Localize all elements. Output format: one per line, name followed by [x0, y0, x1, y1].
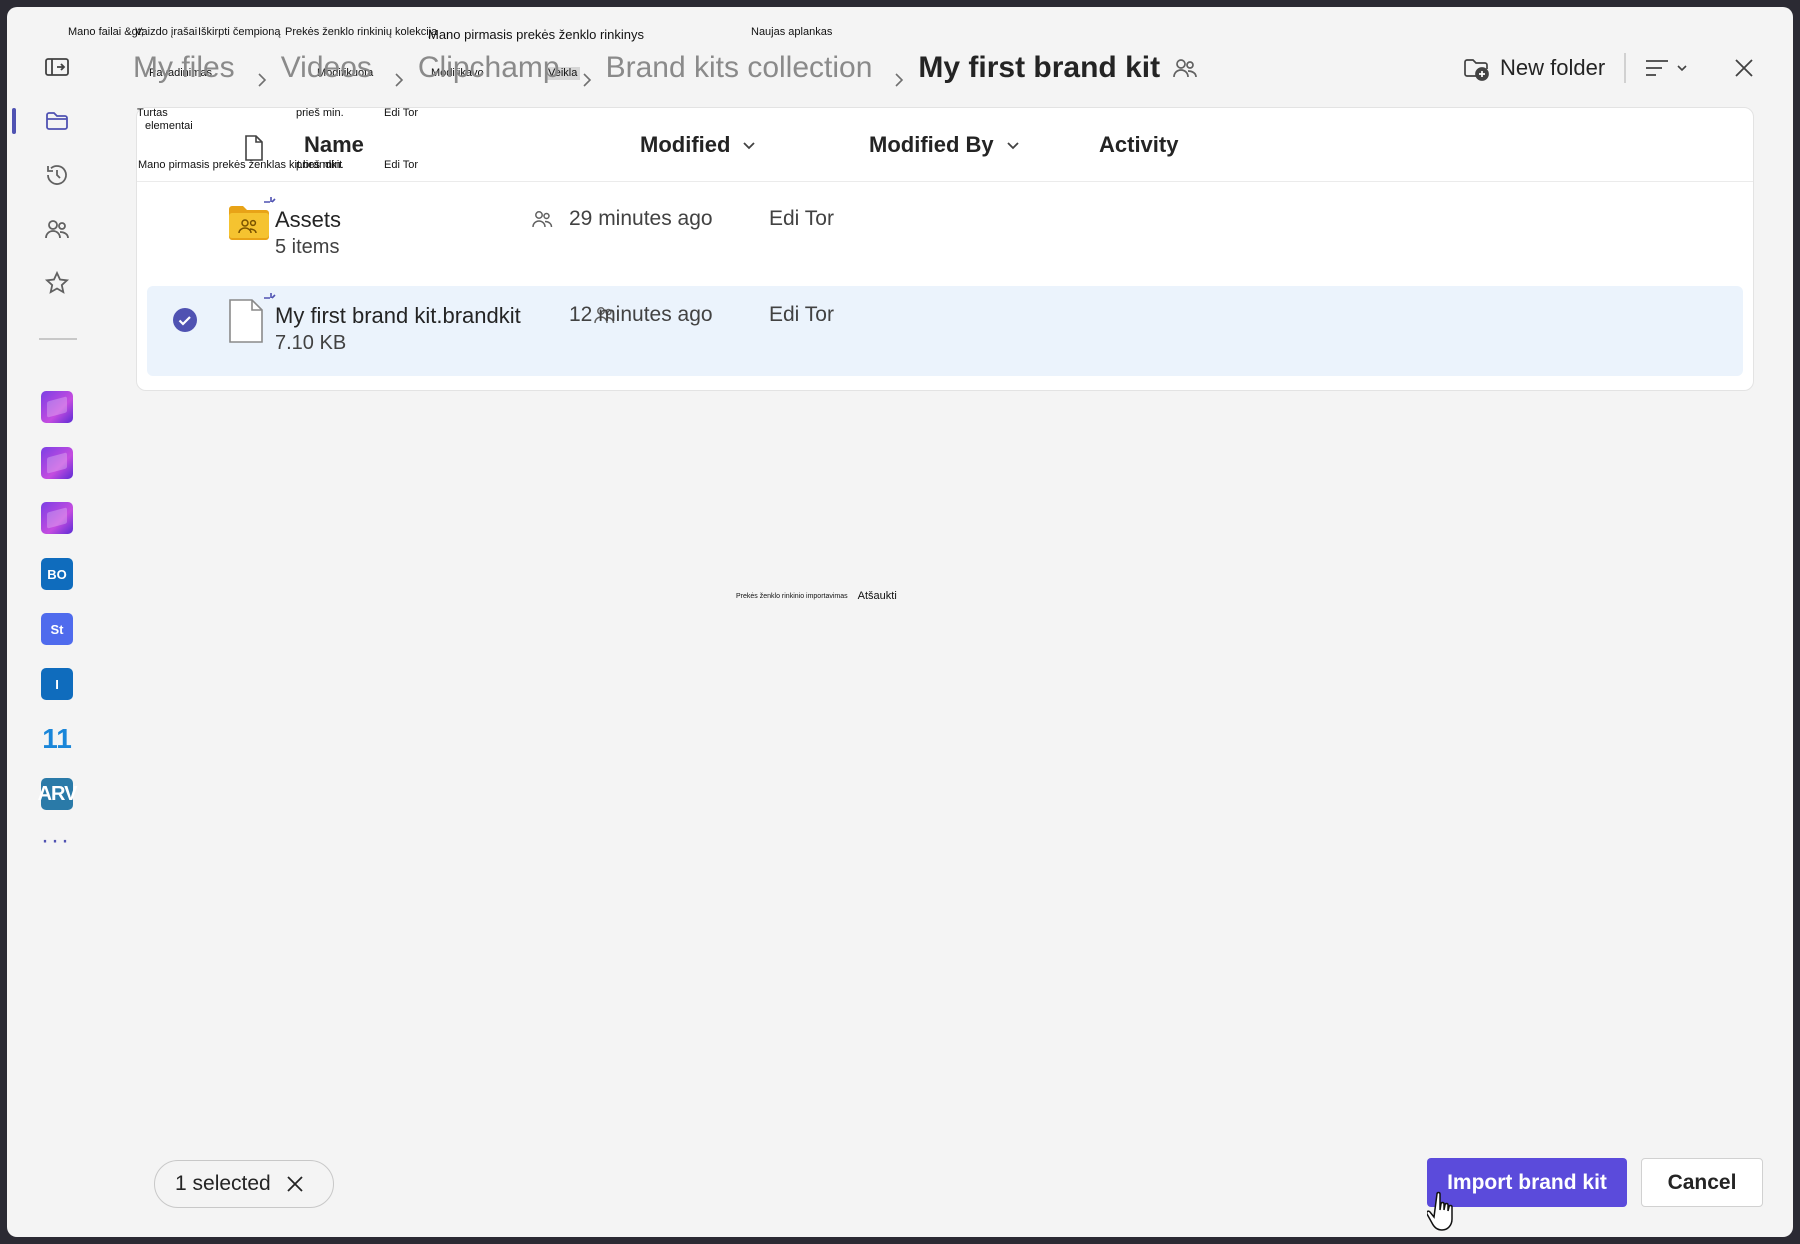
- rail-divider: [39, 338, 77, 340]
- selection-count-pill[interactable]: 1 selected: [154, 1160, 334, 1208]
- overlay-label: prieš min.: [296, 107, 344, 119]
- favorites-star-icon[interactable]: [35, 261, 79, 305]
- overlay-label: Mano failai &gt;: [68, 26, 144, 38]
- column-header-label: Modified By: [869, 132, 994, 157]
- collapse-pane-icon[interactable]: [35, 45, 79, 89]
- column-header-label: Name: [304, 132, 364, 157]
- overlay-label: Iškirpti čempioną: [198, 26, 281, 38]
- i-app-icon[interactable]: I: [41, 668, 73, 700]
- chevron-right-icon: [392, 61, 406, 87]
- breadcrumb-current: My first brand kit: [918, 51, 1161, 84]
- column-header-modified-by[interactable]: Modified By: [869, 130, 1020, 160]
- clipchamp-icon[interactable]: [41, 502, 73, 534]
- view-options-button[interactable]: [1644, 51, 1702, 85]
- st-app-icon[interactable]: St: [41, 613, 73, 645]
- table-row[interactable]: My first brand kit.brandkit 7.10 KB 12 m…: [147, 286, 1743, 376]
- overlay-label: Prekės ženklo rinkinių kolekcija: [285, 26, 438, 38]
- more-apps-button[interactable]: ···: [41, 827, 71, 855]
- column-header-modified[interactable]: Modified: [640, 130, 756, 160]
- file-type-header-icon: [245, 135, 263, 161]
- header-divider: [1624, 53, 1626, 83]
- file-name: Assets: [275, 207, 342, 232]
- breadcrumb-item[interactable]: Clipchamp: [418, 51, 560, 85]
- breadcrumb: My files Videos Clipchamp Brand kits col…: [133, 47, 1198, 89]
- modified-by: Edi Tor: [769, 303, 834, 326]
- chevron-right-icon: [580, 61, 594, 87]
- chevron-down-icon: [743, 142, 756, 150]
- modified-date: 29 minutes ago: [569, 207, 713, 230]
- file-picker-window: BO St I 11 ARV ··· Mano failai &gt; Vaiz…: [7, 7, 1793, 1237]
- overlay-label: Prekės ženklo rinkinio importavimas: [736, 592, 848, 600]
- selection-count-label: 1 selected: [175, 1172, 271, 1195]
- breadcrumb-item[interactable]: Brand kits collection: [606, 51, 873, 85]
- breadcrumb-item[interactable]: My files: [133, 51, 235, 85]
- new-folder-button[interactable]: New folder: [1462, 47, 1605, 89]
- column-header-label: Modified: [640, 132, 731, 157]
- chevron-right-icon: [892, 61, 906, 87]
- chevron-down-icon: [1677, 65, 1687, 72]
- overlay-label: elementai: [145, 120, 193, 132]
- new-folder-icon: [1464, 59, 1489, 81]
- overlay-label: Edi Tor: [384, 159, 419, 171]
- file-subtitle: 7.10 KB: [275, 332, 347, 354]
- shared-people-icon: [1173, 59, 1197, 78]
- overlay-label: Turtas: [137, 107, 168, 119]
- overlay-label: prieš min.: [296, 159, 344, 171]
- table-row[interactable]: Assets 5 items 29 minutes ago Edi Tor: [147, 190, 1743, 280]
- shared-people-icon[interactable]: [35, 207, 79, 251]
- header-divider: [137, 181, 1753, 182]
- file-name: My first brand kit.brandkit: [275, 303, 521, 328]
- overlay-label: Mano pirmasis prekės ženklo rinkinys: [428, 27, 645, 42]
- clear-selection-icon[interactable]: [285, 1174, 305, 1194]
- rail-selection-indicator: [12, 108, 16, 134]
- clipchamp-icon[interactable]: [41, 391, 73, 423]
- clipchamp-icon[interactable]: [41, 447, 73, 479]
- windows11-icon[interactable]: 11: [41, 723, 73, 755]
- new-folder-label: New folder: [1500, 55, 1606, 80]
- folder-icon[interactable]: [35, 99, 79, 143]
- column-header-activity[interactable]: Activity: [1099, 130, 1178, 160]
- overlay-label: Vaizdo įrašai: [135, 26, 198, 38]
- chevron-right-icon: [255, 61, 269, 87]
- hand-pointer-cursor-icon: [1427, 1191, 1453, 1231]
- file-subtitle: 5 items: [275, 236, 340, 258]
- column-header-name[interactable]: Name: [304, 130, 364, 160]
- cancel-button[interactable]: Cancel: [1641, 1158, 1763, 1207]
- overlay-label: Naujas aplankas: [751, 26, 833, 38]
- chevron-down-icon: [1007, 142, 1019, 150]
- checkmark-circle-icon[interactable]: [172, 307, 198, 333]
- shared-people-icon: [532, 211, 553, 228]
- close-icon: [1735, 59, 1753, 77]
- modified-by: Edi Tor: [769, 207, 834, 230]
- list-view-icon: [1646, 60, 1668, 76]
- arv-app-icon[interactable]: ARV: [38, 778, 77, 810]
- breadcrumb-item[interactable]: Videos: [281, 51, 372, 85]
- overlay-label: Edi Tor: [384, 107, 419, 119]
- bo-app-icon[interactable]: BO: [41, 558, 73, 590]
- close-button[interactable]: [1727, 51, 1761, 85]
- file-list: Turtas elementai prieš min. Edi Tor Mano…: [136, 107, 1754, 391]
- left-rail: BO St I 11 ARV ···: [7, 7, 109, 1237]
- column-header-label: Activity: [1099, 132, 1179, 157]
- modified-date: 12 minutes ago: [569, 303, 713, 326]
- file-icon: [229, 299, 263, 343]
- recent-icon[interactable]: [35, 153, 79, 197]
- overlay-label-group: Prekės ženklo rinkinio importavimas Atša…: [736, 590, 897, 602]
- overlay-label: Atšaukti: [857, 590, 897, 602]
